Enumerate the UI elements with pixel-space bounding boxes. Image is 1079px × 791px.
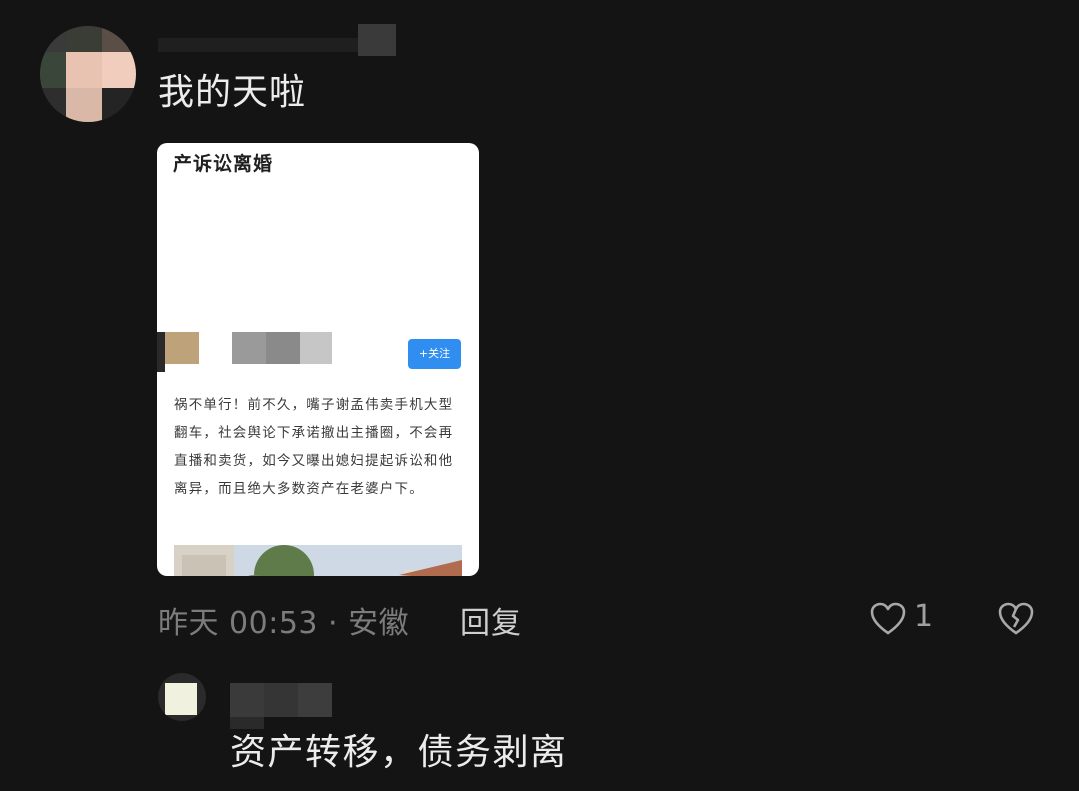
reply-avatar[interactable] xyxy=(158,673,206,721)
commenter-name-obscured[interactable] xyxy=(158,24,398,56)
comment-timestamp-location: 昨天 00:53 · 安徽 xyxy=(158,606,410,641)
comment-text: 我的天啦 xyxy=(158,72,307,113)
card-title: 产诉讼离婚 xyxy=(173,153,274,175)
card-photo xyxy=(174,545,462,576)
dislike-button[interactable] xyxy=(998,602,1034,640)
comment-thread: 我的天啦 产诉讼离婚 +关注 祸不单行！前不久，嘴子谢孟伟卖手机大型翻车，社会舆… xyxy=(0,0,1079,791)
card-body-text: 祸不单行！前不久，嘴子谢孟伟卖手机大型翻车，社会舆论下承诺撤出主播圈，不会再直播… xyxy=(174,397,454,497)
card-author-avatar xyxy=(165,332,199,364)
reply-button[interactable]: 回复 xyxy=(460,598,522,642)
card-follow-button: +关注 xyxy=(408,339,461,369)
heart-outline-icon xyxy=(870,602,906,635)
like-count: 1 xyxy=(914,599,934,634)
attached-image-card[interactable]: 产诉讼离婚 +关注 祸不单行！前不久，嘴子谢孟伟卖手机大型翻车，社会舆论下承诺撤… xyxy=(157,143,479,576)
commenter-avatar[interactable] xyxy=(40,26,136,122)
reply-author-name-obscured[interactable] xyxy=(230,683,332,729)
broken-heart-icon xyxy=(998,602,1034,635)
card-avatar-edge xyxy=(157,332,165,372)
card-author-name-obscured xyxy=(232,332,332,364)
reply-text: 资产转移，债务剥离 xyxy=(230,732,568,773)
